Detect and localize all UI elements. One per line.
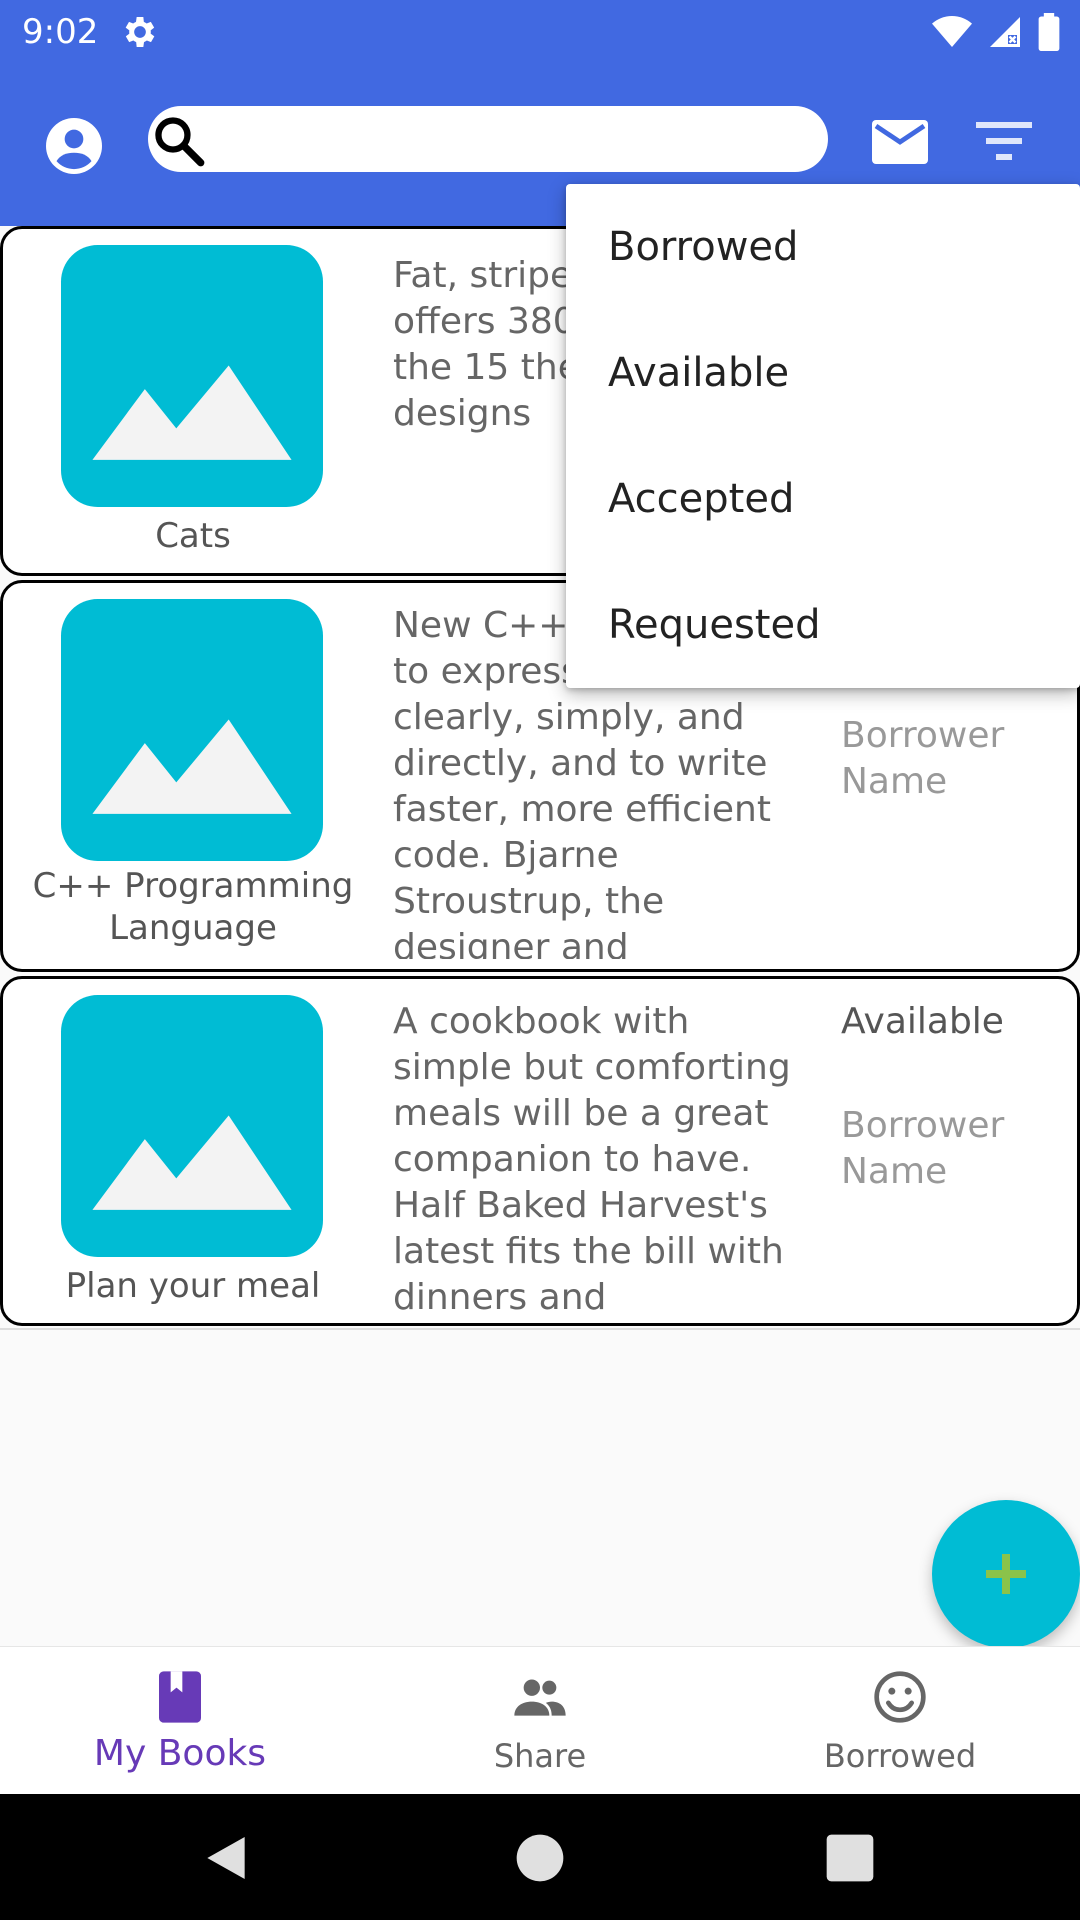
home-icon[interactable] — [512, 1830, 568, 1886]
wifi-icon — [932, 16, 972, 47]
borrower-name: Borrower Name — [841, 715, 1005, 802]
bottom-navigation: My Books Share Borrowed — [0, 1646, 1080, 1794]
book-title: Plan your meal — [65, 1266, 321, 1306]
smiley-icon — [874, 1671, 926, 1723]
status-time: 9:02 — [22, 12, 99, 52]
back-icon[interactable] — [198, 1830, 254, 1886]
image-placeholder-icon — [61, 599, 323, 861]
nav-item-borrowed[interactable]: Borrowed — [750, 1647, 1050, 1795]
image-placeholder-icon — [61, 995, 323, 1257]
dropdown-item-requested[interactable]: Requested — [608, 602, 820, 648]
filter-dropdown-menu: Borrowed Available Accepted Requested — [566, 184, 1080, 688]
image-placeholder-icon — [61, 245, 323, 507]
signal-icon — [990, 17, 1020, 47]
book-description: A cookbook with simple but comforting me… — [393, 1001, 791, 1318]
nav-label: Borrowed — [823, 1737, 977, 1775]
nav-item-my-books[interactable]: My Books — [30, 1647, 330, 1795]
search-input[interactable] — [214, 114, 814, 164]
book-status: Available — [841, 1001, 1004, 1042]
book-title: Cats — [155, 516, 231, 556]
book-card[interactable]: Plan your meal A cookbook with simple bu… — [0, 976, 1080, 1326]
nav-item-share[interactable]: Share — [390, 1647, 690, 1795]
dropdown-item-available[interactable]: Available — [608, 350, 789, 396]
book-icon — [159, 1671, 201, 1723]
gear-icon — [125, 17, 155, 47]
nav-label: My Books — [93, 1733, 267, 1774]
plus-icon — [986, 1554, 1026, 1594]
battery-icon — [1038, 13, 1060, 51]
search-icon[interactable] — [150, 112, 208, 170]
dropdown-item-borrowed[interactable]: Borrowed — [608, 224, 798, 270]
profile-icon[interactable] — [46, 118, 102, 174]
mail-icon[interactable] — [872, 120, 928, 164]
dropdown-item-accepted[interactable]: Accepted — [608, 476, 794, 522]
nav-label: Share — [493, 1737, 587, 1775]
book-title: C++ Programming Language — [32, 866, 354, 948]
list-divider — [0, 1328, 1080, 1330]
add-book-button[interactable] — [932, 1500, 1080, 1648]
filter-icon[interactable] — [976, 120, 1032, 164]
recents-icon[interactable] — [822, 1830, 878, 1886]
system-navigation-bar — [0, 1794, 1080, 1920]
status-bar: 9:02 — [0, 0, 1080, 64]
people-icon — [514, 1679, 566, 1716]
borrower-name: Borrower Name — [841, 1105, 1005, 1192]
